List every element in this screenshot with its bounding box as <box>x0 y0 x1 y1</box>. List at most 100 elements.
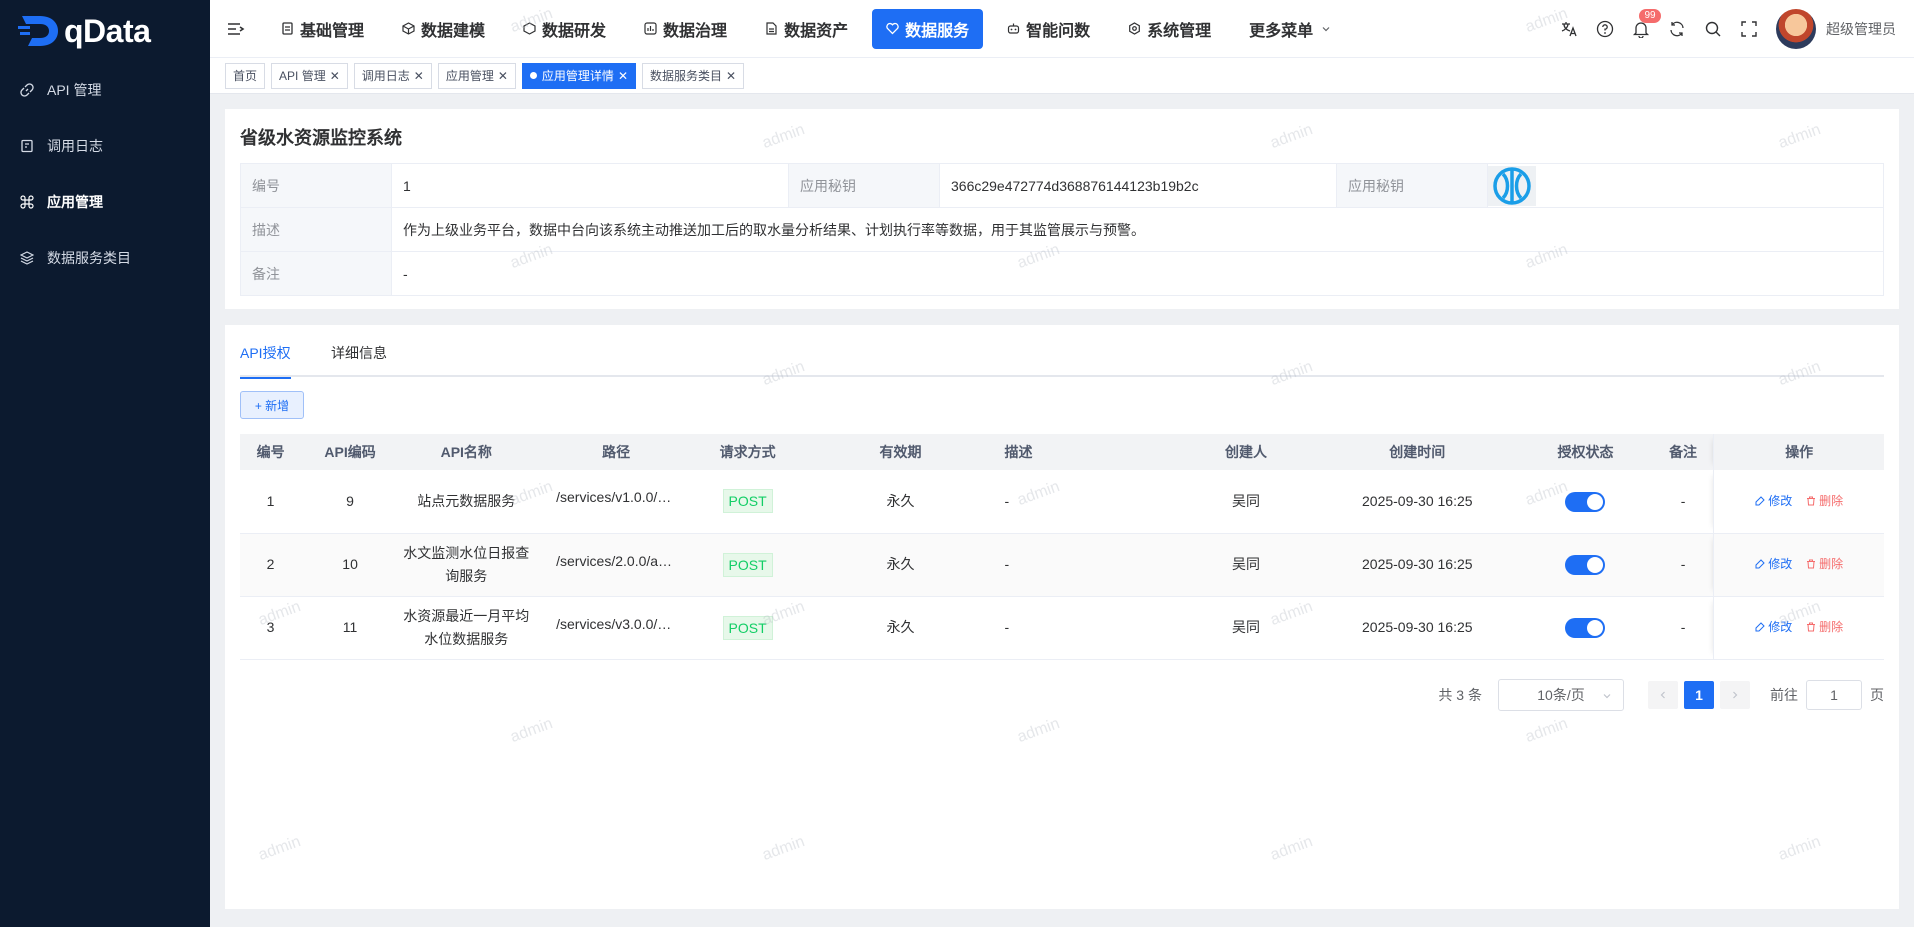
document-icon <box>281 22 294 35</box>
status-toggle[interactable] <box>1565 555 1606 576</box>
remark-value: - <box>391 251 1884 296</box>
th-path: 路径 <box>533 434 699 470</box>
cell-code: 11 <box>301 596 399 660</box>
topnav-system-management[interactable]: 系统管理 <box>1114 9 1225 49</box>
gear-icon <box>1128 22 1141 35</box>
topnav-smart-query[interactable]: 智能问数 <box>993 9 1104 49</box>
cell-remark: - <box>1652 533 1714 597</box>
close-icon[interactable]: ✕ <box>726 69 736 83</box>
fullscreen-icon[interactable] <box>1740 20 1758 38</box>
delete-button[interactable]: 删除 <box>1806 490 1843 513</box>
cell-desc: - <box>1004 596 1176 660</box>
delete-button[interactable]: 删除 <box>1806 616 1843 639</box>
search-icon[interactable] <box>1704 20 1722 38</box>
desc-value: 作为上级业务平台，数据中台向该系统主动推送加工后的取水量分析结果、计划执行率等数… <box>391 207 1884 252</box>
th-created: 创建时间 <box>1316 434 1519 470</box>
translate-icon[interactable] <box>1560 20 1578 38</box>
cell-name: 站点元数据服务 <box>399 470 534 534</box>
tabs: API授权 详细信息 <box>240 343 1884 379</box>
page-number[interactable]: 1 <box>1684 681 1714 709</box>
edit-button[interactable]: 修改 <box>1755 490 1792 513</box>
menu-toggle-icon[interactable] <box>227 22 245 36</box>
remark-label: 备注 <box>240 251 392 296</box>
topnav-basic-management[interactable]: 基础管理 <box>267 9 378 49</box>
username[interactable]: 超级管理员 <box>1826 19 1896 39</box>
next-page-button[interactable] <box>1720 681 1750 709</box>
avatar[interactable] <box>1776 8 1816 49</box>
topnav-label: 数据治理 <box>663 22 728 40</box>
topnav-data-development[interactable]: 数据研发 <box>509 9 620 49</box>
close-icon[interactable]: ✕ <box>414 69 424 83</box>
side-menu: API 管理 调用日志 应用管理 数据服务类目 <box>0 62 210 286</box>
th-desc: 描述 <box>1004 434 1176 470</box>
tag-data-service-category[interactable]: 数据服务类目 ✕ <box>642 62 745 89</box>
add-button[interactable]: + 新增 <box>240 391 304 419</box>
sidebar-item-call-log[interactable]: 调用日志 <box>0 118 210 174</box>
cell-actions: 修改 删除 <box>1713 470 1884 534</box>
top-header: 基础管理 数据建模 数据研发 数据治理 数据资产 数据服务 智能问数 系统管理 <box>210 0 1914 57</box>
secret-logo-cell <box>1487 163 1884 208</box>
api-auth-table: 编号 API编码 API名称 路径 请求方式 有效期 描述 创建人 创建时间 授… <box>240 434 1884 660</box>
delete-label: 删除 <box>1819 556 1844 571</box>
delete-button[interactable]: 删除 <box>1806 553 1843 576</box>
prev-page-button[interactable] <box>1648 681 1678 709</box>
method-tag: POST <box>722 615 773 640</box>
cell-validity: 永久 <box>796 470 1005 534</box>
topnav-more-menu[interactable]: 更多菜单 <box>1235 9 1345 49</box>
refresh-icon[interactable] <box>1668 20 1686 38</box>
method-tag: POST <box>722 552 773 577</box>
edit-button[interactable]: 修改 <box>1755 616 1792 639</box>
cell-path-wrap: /services/v3.0.0/api/water/level/latest.… <box>533 596 699 660</box>
help-icon[interactable] <box>1596 20 1614 38</box>
chevron-down-icon <box>1601 689 1613 705</box>
topnav-data-modeling[interactable]: 数据建模 <box>388 9 499 49</box>
sidebar-item-data-service-category[interactable]: 数据服务类目 <box>0 230 210 286</box>
topnav-data-service[interactable]: 数据服务 <box>872 8 984 49</box>
sidebar-item-app-management[interactable]: 应用管理 <box>0 174 210 230</box>
th-no: 编号 <box>240 434 302 470</box>
jump-label: 前往 <box>1770 687 1798 703</box>
desc-label: 描述 <box>240 207 392 252</box>
cell-desc: - <box>1004 533 1176 597</box>
cell-created: 2025-09-30 16:25 <box>1316 533 1519 597</box>
edit-button[interactable]: 修改 <box>1755 553 1792 576</box>
notification-badge: 99 <box>1639 8 1661 23</box>
tag-app-management-detail[interactable]: 应用管理详情 ✕ <box>521 62 636 89</box>
logo[interactable]: qData <box>0 0 210 62</box>
table-row: 1 9 站点元数据服务 /services/v1.0.0/api/water/s… <box>240 470 1884 534</box>
close-icon[interactable]: ✕ <box>618 69 628 83</box>
jump-input[interactable] <box>1806 680 1862 710</box>
chevron-down-icon <box>1321 24 1331 34</box>
tag-call-log[interactable]: 调用日志 ✕ <box>353 62 432 89</box>
page-size-select[interactable]: 10条/页 <box>1498 679 1624 711</box>
sidebar-item-label: API 管理 <box>47 82 102 98</box>
trash-icon <box>1806 496 1816 506</box>
cell-validity: 永久 <box>796 596 1005 660</box>
tag-api-management[interactable]: API 管理 ✕ <box>271 62 348 89</box>
topnav-data-governance[interactable]: 数据治理 <box>630 9 741 49</box>
cell-name: 水文监测水位日报查询服务 <box>399 533 534 597</box>
app-detail-card: 省级水资源监控系统 编号 1 应用秘钥 366c29e472774d368876… <box>225 109 1899 309</box>
tag-home[interactable]: 首页 <box>225 62 266 89</box>
sidebar-item-api-management[interactable]: API 管理 <box>0 62 210 118</box>
topnav-data-assets[interactable]: 数据资产 <box>751 9 862 49</box>
status-toggle[interactable] <box>1565 618 1606 639</box>
status-toggle[interactable] <box>1565 492 1606 513</box>
heart-icon <box>886 22 899 35</box>
tag-app-management[interactable]: 应用管理 ✕ <box>437 62 516 89</box>
cell-path: /services/v1.0.0/api/water/stations <box>556 489 676 506</box>
topnav-label: 数据服务 <box>905 22 970 40</box>
th-remark: 备注 <box>1652 434 1714 470</box>
file-icon <box>765 22 778 35</box>
close-icon[interactable]: ✕ <box>498 69 508 83</box>
tab-api-auth[interactable]: API授权 <box>240 343 291 379</box>
close-icon[interactable]: ✕ <box>330 69 340 83</box>
api-auth-card: API授权 详细信息 + 新增 编号 API编码 API名称 路径 请求方式 有… <box>225 325 1899 909</box>
trash-icon <box>1806 559 1816 569</box>
delete-label: 删除 <box>1819 619 1844 634</box>
bell-icon[interactable]: 99 <box>1632 8 1661 38</box>
edit-icon <box>1755 559 1765 569</box>
th-method: 请求方式 <box>698 434 797 470</box>
cell-creator: 吴同 <box>1175 533 1317 597</box>
tab-detail-info[interactable]: 详细信息 <box>331 343 387 377</box>
